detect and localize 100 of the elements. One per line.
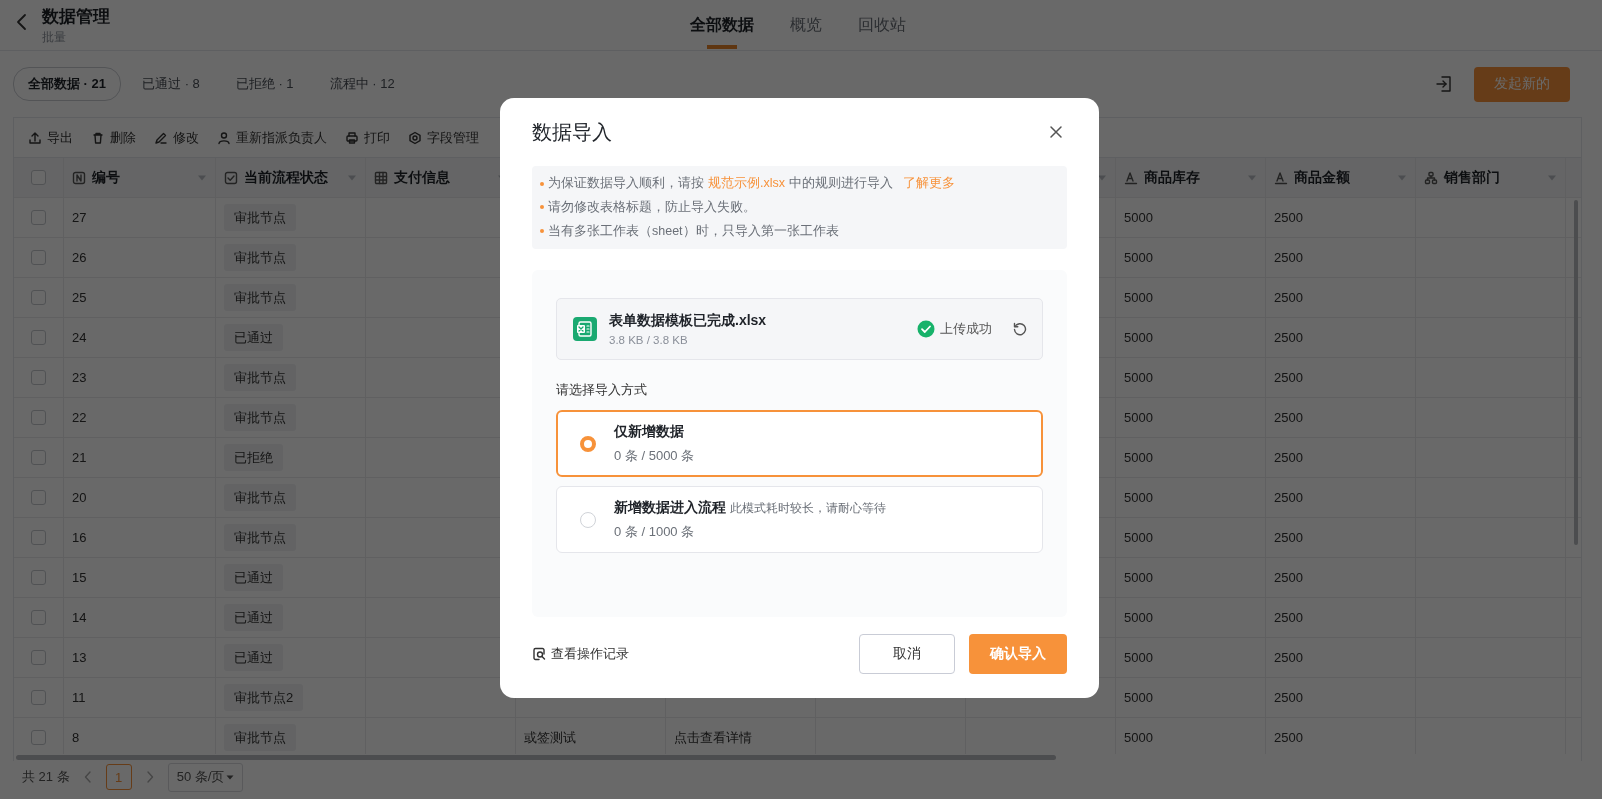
option-count: 0 条 / 5000 条 <box>614 446 695 465</box>
import-option[interactable]: 新增数据进入流程 此模式耗时较长，请耐心等待 0 条 / 1000 条 <box>556 486 1043 553</box>
column-header[interactable]: 销售部门 <box>1444 168 1500 187</box>
import-option[interactable]: 仅新增数据 0 条 / 5000 条 <box>556 410 1043 477</box>
confirm-button[interactable]: 确认导入 <box>969 634 1067 674</box>
horizontal-scrollbar[interactable] <box>16 755 1056 760</box>
toolbar-button[interactable]: 修改 <box>154 128 199 147</box>
number-field-icon <box>72 170 86 185</box>
table-cell: 2500 <box>1274 490 1303 505</box>
table-cell: 2500 <box>1274 290 1303 305</box>
close-icon[interactable] <box>1049 125 1063 139</box>
table-cell: 5000 <box>1124 730 1153 745</box>
row-checkbox[interactable] <box>31 570 46 585</box>
table-cell: 5000 <box>1124 290 1153 305</box>
import-icon[interactable] <box>1434 74 1454 94</box>
dialog-title: 数据导入 <box>532 119 612 145</box>
toolbar-button[interactable]: 打印 <box>345 128 390 147</box>
page-number[interactable]: 1 <box>105 764 132 790</box>
learn-more-link[interactable]: 了解更多 <box>903 176 955 191</box>
row-checkbox[interactable] <box>31 410 46 425</box>
radio-button[interactable] <box>580 511 596 528</box>
row-checkbox[interactable] <box>31 730 46 745</box>
toolbar-button[interactable]: 导出 <box>28 128 73 147</box>
pen-icon <box>154 130 168 145</box>
file-size: 3.8 KB / 3.8 KB <box>609 334 689 346</box>
page-size-select[interactable]: 50 条/页 <box>167 762 244 792</box>
table-cell: 13 <box>72 650 87 665</box>
text-field-icon <box>1124 170 1138 185</box>
row-checkbox[interactable] <box>31 250 46 265</box>
filter-chip[interactable]: 流程中 · 12 <box>314 67 410 101</box>
option-count: 0 条 / 1000 条 <box>614 522 696 541</box>
cancel-button[interactable]: 取消 <box>859 634 955 674</box>
table-cell: 5000 <box>1124 570 1153 585</box>
status-tag: 审批节点 <box>224 204 296 231</box>
table-cell: 2500 <box>1274 210 1303 225</box>
status-tag: 已拒绝 <box>224 444 283 471</box>
tab[interactable]: 概览 <box>790 0 822 49</box>
row-checkbox[interactable] <box>31 490 46 505</box>
table-cell: 5000 <box>1124 370 1153 385</box>
column-header[interactable]: 支付信息 <box>394 168 450 187</box>
row-checkbox[interactable] <box>31 210 46 225</box>
toolbar-button[interactable]: 字段管理 <box>408 128 479 147</box>
table-cell: 11 <box>72 690 86 705</box>
search-record-icon <box>532 647 546 661</box>
table-cell: 5000 <box>1124 690 1153 705</box>
printer-icon <box>345 130 359 145</box>
status-tag: 已通过 <box>224 564 283 591</box>
row-checkbox[interactable] <box>31 370 46 385</box>
total-count: 共 21 条 <box>22 768 70 786</box>
tab[interactable]: 回收站 <box>858 0 906 49</box>
upload-status: 上传成功 <box>940 320 992 338</box>
bullet-icon <box>540 205 544 210</box>
row-checkbox[interactable] <box>31 650 46 665</box>
toolbar-button[interactable]: 重新指派负责人 <box>217 128 327 147</box>
column-header[interactable]: 商品库存 <box>1144 168 1200 187</box>
row-checkbox[interactable] <box>31 450 46 465</box>
row-checkbox[interactable] <box>31 530 46 545</box>
bullet-icon <box>540 181 544 186</box>
back-icon[interactable] <box>16 13 28 31</box>
filter-chip[interactable]: 已通过 · 8 <box>127 67 215 101</box>
settings-icon <box>408 130 422 145</box>
export-icon <box>28 130 42 145</box>
table-cell: 14 <box>72 610 87 625</box>
toolbar-button[interactable]: 删除 <box>91 128 136 147</box>
table-cell: 5000 <box>1124 410 1153 425</box>
checkbox-field-icon <box>224 170 238 185</box>
select-all-checkbox[interactable] <box>31 170 46 185</box>
previous-page-icon[interactable] <box>83 771 92 783</box>
table-cell: 5000 <box>1124 330 1153 345</box>
column-header[interactable]: 当前流程状态 <box>244 168 328 187</box>
file-name: 表单数据模板已完成.xlsx <box>609 312 768 330</box>
table-cell: 24 <box>72 330 87 345</box>
row-checkbox[interactable] <box>31 610 46 625</box>
template-link[interactable]: 规范示例.xlsx <box>708 176 785 191</box>
history-link[interactable]: 查看操作记录 <box>532 645 629 663</box>
new-button[interactable]: 发起新的 <box>1474 66 1570 102</box>
refresh-icon[interactable] <box>1012 321 1028 337</box>
table-cell: 20 <box>72 490 87 505</box>
table-cell: 5000 <box>1124 650 1153 665</box>
column-header[interactable]: 商品金额 <box>1294 168 1350 187</box>
row-checkbox[interactable] <box>31 330 46 345</box>
table-cell: 2500 <box>1274 690 1303 705</box>
page-title: 数据管理 <box>42 6 110 28</box>
table-cell: 或签测试 <box>524 728 576 747</box>
text-field-icon <box>1274 170 1288 185</box>
table-cell: 2500 <box>1274 330 1303 345</box>
table-cell: 25 <box>72 290 87 305</box>
radio-button[interactable] <box>580 435 596 452</box>
row-checkbox[interactable] <box>31 290 46 305</box>
column-header[interactable]: 编号 <box>92 168 120 187</box>
status-tag: 已通过 <box>224 324 283 351</box>
row-checkbox[interactable] <box>31 690 46 705</box>
notice-text: 当有多张工作表（sheet）时，只导入第一张工作表 <box>548 222 839 240</box>
filter-chip[interactable]: 全部数据 · 21 <box>13 67 121 101</box>
filter-chip[interactable]: 已拒绝 · 1 <box>220 67 309 101</box>
table-cell: 5000 <box>1124 610 1153 625</box>
next-page-icon[interactable] <box>145 771 154 783</box>
status-tag: 审批节点 <box>224 484 296 511</box>
status-tag: 审批节点 <box>224 724 296 751</box>
table-cell: 22 <box>72 410 87 425</box>
